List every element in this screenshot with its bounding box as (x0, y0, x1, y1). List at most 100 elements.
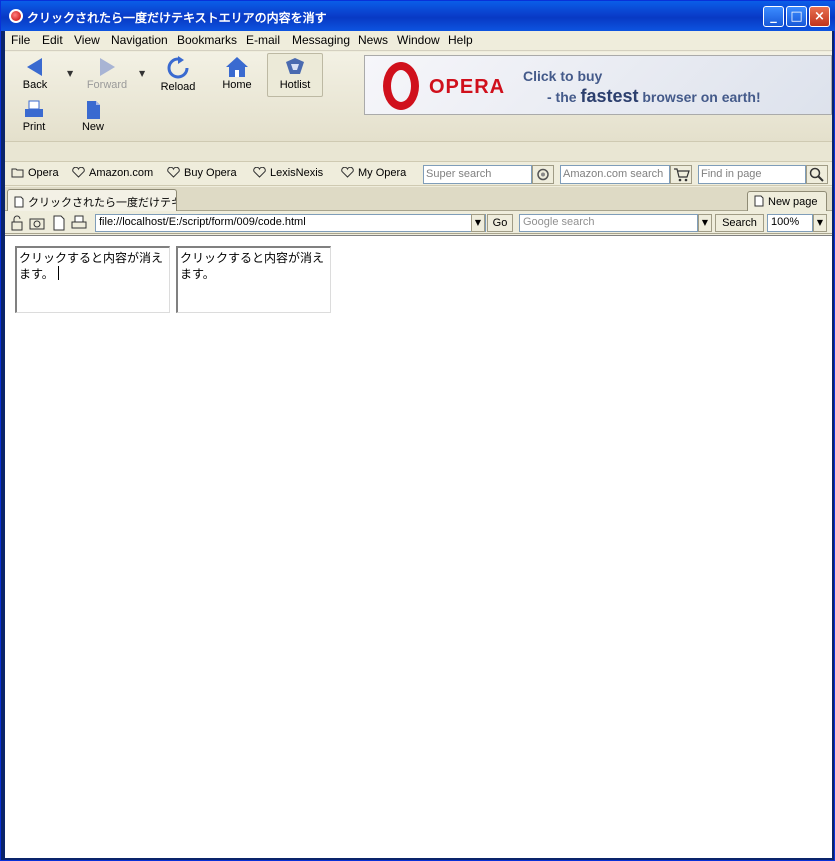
heart-icon (72, 167, 85, 178)
menu-window[interactable]: Window (397, 33, 440, 47)
tab-bar: クリックされたら一度だけテキス... New page (5, 187, 832, 211)
security-lock-icon[interactable] (9, 215, 25, 231)
text-caret (57, 266, 59, 280)
super-search-go-button[interactable] (532, 165, 554, 184)
banner-line-2: - the fastest browser on earth! (547, 86, 761, 107)
personalbar-label: Opera (28, 167, 59, 179)
home-button[interactable]: Home (209, 54, 265, 96)
menu-help[interactable]: Help (448, 33, 473, 47)
textarea-1[interactable]: クリックすると内容が消えます。 (15, 246, 170, 313)
back-arrow-icon (27, 58, 42, 76)
reload-label: Reload (160, 81, 196, 93)
print-label: Print (22, 121, 46, 133)
opera-logo-icon (9, 9, 23, 23)
personalbar-item-buy-opera[interactable]: Buy Opera (167, 167, 237, 179)
new-label: New (81, 121, 104, 133)
personalbar-item-opera[interactable]: Opera (11, 167, 59, 179)
banner-line-2-prefix: - the (547, 89, 581, 105)
menu-email[interactable]: E-mail (246, 33, 280, 47)
opera-ad-banner[interactable]: OPERA Click to buy - the fastest browser… (364, 55, 832, 115)
banner-line-2-suffix: browser on earth! (638, 89, 761, 105)
zoom-select[interactable]: 100% (767, 214, 813, 232)
textarea-2-text: クリックすると内容が消えます。 (180, 251, 325, 281)
search-engine-dropdown-icon[interactable]: ▼ (698, 214, 712, 232)
menu-messaging[interactable]: Messaging (292, 33, 350, 47)
amazon-search-input[interactable]: Amazon.com search (560, 165, 670, 184)
reload-icon (167, 56, 189, 79)
home-label: Home (222, 79, 252, 91)
folder-icon (11, 168, 24, 178)
search-button[interactable]: Search (715, 214, 764, 232)
print-button[interactable]: Print (6, 98, 62, 140)
go-button[interactable]: Go (487, 214, 513, 232)
minimize-button[interactable]: _ (763, 6, 784, 27)
new-page-button[interactable]: New (65, 98, 121, 140)
page-icon (754, 195, 764, 207)
personalbar-item-lexisnexis[interactable]: LexisNexis (253, 167, 323, 179)
forward-button[interactable]: Forward (79, 54, 135, 96)
tab-active-page[interactable]: クリックされたら一度だけテキス... (7, 189, 177, 211)
hotlist-label: Hotlist (279, 79, 311, 91)
page-icon (14, 196, 24, 208)
heart-icon (341, 167, 354, 178)
super-search-input[interactable]: Super search (423, 165, 532, 184)
reload-button[interactable]: Reload (150, 54, 206, 96)
amazon-search-go-button[interactable] (670, 165, 692, 184)
google-search-input[interactable]: Google search (519, 214, 698, 232)
page-content: クリックすると内容が消えます。 クリックすると内容が消えます。 (5, 235, 832, 858)
main-toolbar: Back ▼ Forward ▼ Reload Home Hotlist Pri… (5, 52, 832, 142)
back-dropdown-icon[interactable]: ▼ (67, 69, 73, 78)
maximize-button[interactable]: □ (786, 6, 807, 27)
forward-dropdown-icon[interactable]: ▼ (139, 69, 145, 78)
menu-navigation[interactable]: Navigation (111, 33, 168, 47)
new-page-label: New page (768, 196, 818, 208)
hotlist-icon (286, 58, 304, 74)
textarea-1-text: クリックすると内容が消えます。 (19, 251, 164, 281)
window-title: クリックされたら一度だけテキストエリアの内容を消す (27, 11, 327, 25)
heart-icon (253, 167, 266, 178)
search-engine-icon (537, 168, 549, 181)
zoom-dropdown-icon[interactable]: ▼ (813, 214, 827, 232)
personalbar-label: Amazon.com (89, 167, 154, 179)
browser-window: クリックされたら一度だけテキストエリアの内容を消す _ □ × File Edi… (0, 0, 835, 861)
home-icon (226, 57, 248, 77)
back-button[interactable]: Back (7, 54, 63, 96)
print-preview-icon[interactable] (71, 215, 87, 231)
new-page-icon (87, 101, 100, 119)
personalbar-label: My Opera (358, 167, 407, 179)
close-button[interactable]: × (809, 6, 830, 27)
new-page-tab-button[interactable]: New page (747, 191, 827, 211)
menu-bookmarks[interactable]: Bookmarks (177, 33, 237, 47)
printer-icon (25, 100, 43, 117)
menu-view[interactable]: View (74, 33, 100, 47)
address-history-dropdown-icon[interactable]: ▼ (471, 214, 485, 232)
personalbar-label: LexisNexis (270, 167, 324, 179)
find-in-page-input[interactable]: Find in page (698, 165, 806, 184)
address-input[interactable]: file://localhost/E:/script/form/009/code… (95, 214, 486, 232)
hotlist-button[interactable]: Hotlist (267, 53, 323, 97)
menu-file[interactable]: File (11, 33, 30, 47)
shopping-cart-icon (674, 168, 690, 182)
menu-bar: File Edit View Navigation Bookmarks E-ma… (5, 31, 832, 51)
title-bar[interactable]: クリックされたら一度だけテキストエリアの内容を消す _ □ × (1, 1, 835, 31)
heart-icon (167, 167, 180, 178)
personalbar-label: Buy Opera (184, 167, 237, 179)
magnifier-icon (809, 167, 824, 182)
personal-bar: Opera Amazon.com Buy Opera LexisNexis My… (5, 162, 832, 186)
textarea-2[interactable]: クリックすると内容が消えます。 (176, 246, 331, 313)
personalbar-item-amazon[interactable]: Amazon.com (72, 167, 153, 179)
menu-edit[interactable]: Edit (42, 33, 63, 47)
camera-icon[interactable] (29, 215, 45, 231)
empty-toolbar-strip (5, 142, 832, 162)
address-bar: file://localhost/E:/script/form/009/code… (5, 212, 832, 234)
tab-title: クリックされたら一度だけテキス... (28, 196, 176, 209)
banner-brand: OPERA (429, 76, 506, 98)
menu-news[interactable]: News (358, 33, 388, 47)
back-label: Back (22, 79, 48, 91)
banner-line-1: Click to buy (523, 68, 603, 84)
browser-client-area: File Edit View Navigation Bookmarks E-ma… (5, 31, 832, 858)
forward-arrow-icon (100, 58, 115, 76)
personalbar-item-my-opera[interactable]: My Opera (341, 167, 406, 179)
find-in-page-button[interactable] (806, 165, 828, 184)
page-info-icon[interactable] (51, 215, 67, 231)
